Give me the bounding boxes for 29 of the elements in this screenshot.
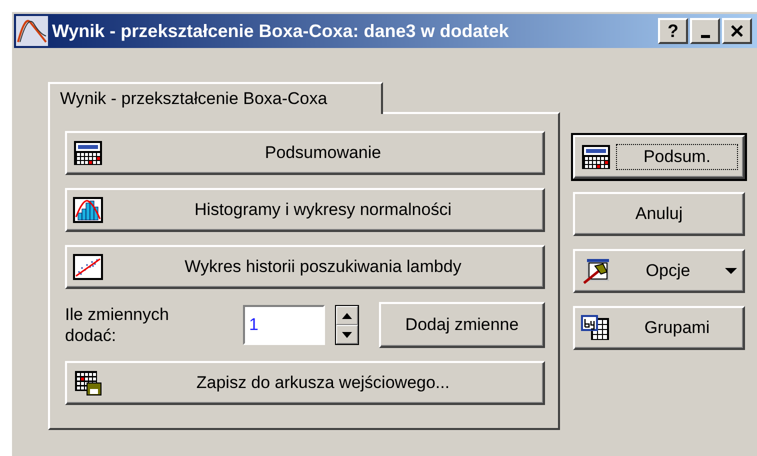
hammer-icon (581, 258, 611, 284)
save-button[interactable]: Zapisz do arkusza wejściowego... (65, 361, 545, 405)
save-table-icon (73, 370, 103, 396)
table-icon (73, 140, 103, 166)
action-button[interactable]: Histogramy i wykresy normalności (65, 188, 545, 232)
scatter-plot-icon (73, 254, 103, 280)
down-arrow-icon (341, 330, 353, 338)
side-button[interactable]: Grupami (573, 306, 745, 350)
close-button[interactable] (722, 18, 752, 44)
minimize-button[interactable] (690, 18, 720, 44)
side-button[interactable]: Podsum. (573, 135, 745, 179)
count-field[interactable]: 1 (243, 305, 325, 345)
by-group-icon (581, 315, 611, 341)
window-title: Wynik - przekształcenie Boxa-Coxa: dane3 w dodatek (52, 20, 509, 42)
side-button[interactable]: Anuluj (573, 192, 745, 236)
side-button[interactable]: Opcje (573, 249, 745, 293)
field-label: Ile zmiennych dodać: (65, 304, 170, 346)
up-arrow-icon (341, 312, 353, 320)
minimize-icon (700, 34, 710, 38)
add-variables-button[interactable]: Dodaj zmienne (379, 302, 545, 348)
tab[interactable]: Wynik - przekształcenie Boxa-Coxa (48, 82, 383, 114)
curve-icon (16, 16, 48, 46)
action-button[interactable]: Podsumowanie (65, 131, 545, 175)
table-icon (581, 144, 611, 170)
spinner[interactable] (335, 305, 359, 345)
action-button[interactable]: Wykres historii poszukiwania lambdy (65, 245, 545, 289)
close-icon (730, 24, 744, 38)
histogram-icon (73, 197, 103, 223)
help-button[interactable]: ? (658, 18, 688, 44)
